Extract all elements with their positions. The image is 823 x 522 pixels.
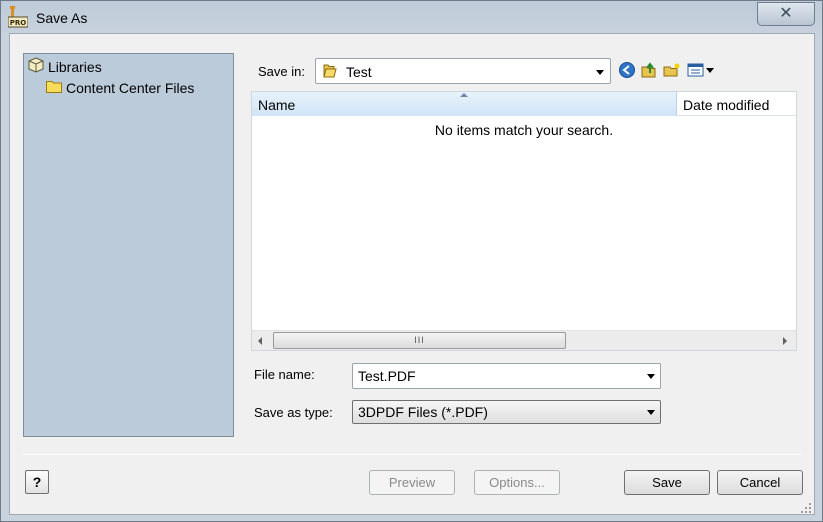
sidebar-item-label: Content Center Files	[66, 79, 195, 96]
save-as-dialog: PRO Save As ✕ Libraries Content Center F…	[0, 0, 823, 522]
chevron-down-icon	[647, 410, 655, 415]
chevron-down-icon[interactable]	[647, 374, 655, 379]
file-name-label: File name:	[254, 367, 315, 382]
new-folder-icon[interactable]	[663, 61, 681, 79]
save-in-dropdown[interactable]: Test	[315, 58, 611, 84]
cancel-button[interactable]: Cancel	[717, 470, 803, 495]
save-as-type-dropdown[interactable]: 3DPDF Files (*.PDF)	[352, 400, 661, 424]
empty-list-message: No items match your search.	[434, 122, 614, 138]
close-button[interactable]: ✕	[757, 2, 815, 26]
folder-icon	[46, 79, 62, 96]
resize-grip-icon[interactable]	[800, 502, 812, 514]
back-icon[interactable]	[618, 61, 636, 79]
libraries-sidebar: Libraries Content Center Files	[23, 53, 234, 437]
sidebar-item-libraries[interactable]: Libraries	[28, 57, 102, 76]
save-as-type-value: 3DPDF Files (*.PDF)	[358, 404, 488, 420]
file-name-field[interactable]: Test.PDF	[352, 363, 661, 389]
column-header-row: Name Date modified	[252, 92, 796, 116]
column-header-label: Name	[258, 97, 296, 113]
sort-ascending-icon	[460, 93, 468, 97]
window-title: Save As	[36, 10, 88, 26]
chevron-down-icon	[596, 70, 604, 75]
folder-icon	[322, 63, 338, 82]
horizontal-scrollbar[interactable]: III	[252, 330, 796, 350]
sidebar-item-label: Libraries	[48, 58, 102, 75]
svg-text:PRO: PRO	[10, 19, 27, 27]
column-header-date-modified[interactable]: Date modified	[683, 97, 769, 113]
scroll-right-icon[interactable]	[783, 337, 787, 345]
file-list[interactable]: Name Date modified No items match your s…	[251, 91, 797, 351]
save-button[interactable]: Save	[624, 470, 710, 495]
up-folder-icon[interactable]	[640, 61, 658, 79]
inventor-pro-icon: PRO	[7, 6, 29, 28]
views-menu-icon[interactable]	[687, 61, 717, 79]
file-name-value: Test.PDF	[358, 368, 416, 384]
footer-divider	[23, 454, 801, 455]
column-header-name[interactable]: Name	[252, 92, 677, 116]
save-in-value: Test	[346, 64, 372, 80]
options-button[interactable]: Options...	[474, 470, 560, 495]
save-as-type-label: Save as type:	[254, 405, 333, 420]
title-bar[interactable]: PRO Save As ✕	[1, 1, 822, 33]
scrollbar-thumb[interactable]: III	[273, 332, 566, 349]
preview-button[interactable]: Preview	[369, 470, 455, 495]
scroll-left-icon[interactable]	[258, 337, 262, 345]
save-in-label: Save in:	[258, 64, 305, 79]
sidebar-item-content-center-files[interactable]: Content Center Files	[46, 79, 194, 96]
libraries-icon	[28, 57, 44, 76]
dialog-body: Libraries Content Center Files Save in: …	[9, 33, 815, 515]
help-button[interactable]: ?	[25, 470, 49, 494]
